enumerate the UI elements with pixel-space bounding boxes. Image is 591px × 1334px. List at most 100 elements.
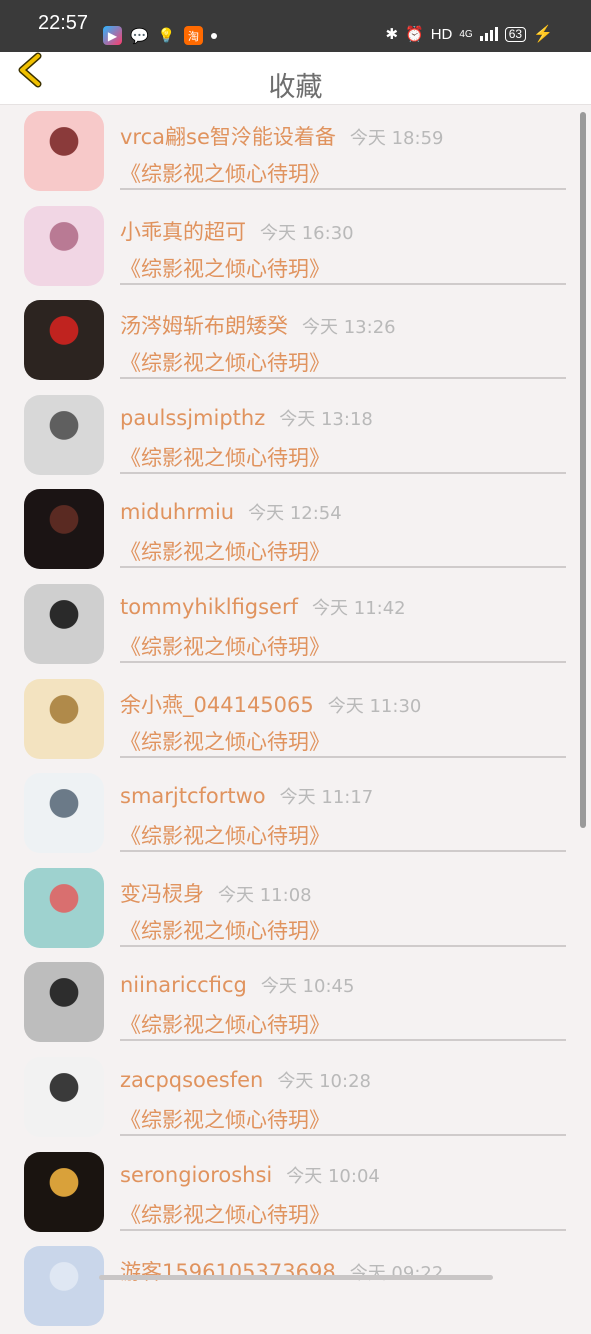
bluetooth-icon: ✱: [385, 26, 399, 43]
status-indicators: ✱ ⏰ HD 4G 63 ⚡: [385, 24, 553, 44]
item-header: miduhrmiu 今天 12:54: [120, 499, 342, 525]
timestamp: 今天 11:08: [218, 884, 312, 906]
timestamp: 今天 10:45: [260, 976, 355, 998]
wechat-icon: 💬: [130, 26, 149, 45]
item-header: 游客1596105373698 今天 09:22: [120, 1256, 443, 1286]
hd-label: HD: [430, 25, 453, 43]
timestamp: 今天 10:04: [286, 1165, 380, 1187]
list-item[interactable]: miduhrmiu 今天 12:54 《综影视之倾心待玥》: [0, 483, 591, 577]
book-title[interactable]: 《综影视之倾心待玥》: [120, 442, 330, 472]
signal-icon: [479, 27, 498, 41]
divider: [120, 944, 566, 947]
alarm-icon: ⏰: [405, 26, 424, 43]
timestamp: 今天 16:30: [260, 222, 354, 244]
username[interactable]: zacpqsoesfen: [120, 1068, 263, 1092]
username[interactable]: serongioroshsi: [120, 1163, 272, 1187]
list-item[interactable]: 变冯棂身 今天 11:08 《综影视之倾心待玥》: [0, 862, 591, 956]
network-label: 4G: [459, 28, 473, 40]
list-item[interactable]: tommyhiklfigserf 今天 11:42 《综影视之倾心待玥》: [0, 578, 591, 672]
list-item[interactable]: 余小燕_044145065 今天 11:30 《综影视之倾心待玥》: [0, 673, 591, 767]
list-item[interactable]: 小乖真的超可 今天 16:30 《综影视之倾心待玥》: [0, 200, 591, 294]
avatar[interactable]: [24, 678, 104, 759]
notification-icons: ▶ 💬 💡 淘: [103, 26, 217, 45]
timestamp: 今天 11:30: [327, 695, 422, 717]
scrollbar[interactable]: [580, 112, 586, 828]
username[interactable]: 汤涔姆斩布朗矮癸: [120, 314, 288, 338]
page-title: 收藏: [268, 72, 323, 103]
username[interactable]: 变冯棂身: [120, 882, 204, 906]
avatar[interactable]: [24, 1246, 104, 1327]
item-header: smarjtcfortwo 今天 11:17: [120, 783, 373, 809]
youku-icon: ▶: [103, 26, 122, 45]
divider: [120, 850, 566, 853]
timestamp: 今天 09:22: [349, 1263, 444, 1285]
list-item[interactable]: serongioroshsi 今天 10:04 《综影视之倾心待玥》: [0, 1146, 591, 1240]
avatar[interactable]: [24, 394, 104, 475]
timestamp: 今天 10:28: [277, 1071, 371, 1092]
battery-icon: 63: [504, 26, 527, 42]
divider: [120, 755, 566, 758]
book-title[interactable]: 《综影视之倾心待玥》: [120, 536, 330, 566]
book-title[interactable]: 《综影视之倾心待玥》: [120, 1104, 330, 1134]
timestamp: 今天 13:26: [302, 317, 396, 339]
status-bar: 22:57 ▶ 💬 💡 淘 ✱ ⏰ HD 4G 63 ⚡: [0, 0, 591, 52]
avatar[interactable]: [24, 1151, 104, 1232]
list-item[interactable]: niinariccficg 今天 10:45 《综影视之倾心待玥》: [0, 956, 591, 1050]
item-header: 小乖真的超可 今天 16:30: [120, 216, 354, 246]
list-item[interactable]: 汤涔姆斩布朗矮癸 今天 13:26 《综影视之倾心待玥》: [0, 294, 591, 388]
book-title[interactable]: 《综影视之倾心待玥》: [120, 158, 330, 188]
item-header: 变冯棂身 今天 11:08: [120, 878, 312, 908]
book-title[interactable]: 《综影视之倾心待玥》: [120, 915, 330, 945]
list-item[interactable]: 游客1596105373698 今天 09:22: [0, 1240, 591, 1334]
avatar[interactable]: [24, 489, 104, 570]
username[interactable]: tommyhiklfigserf: [120, 595, 298, 619]
list-item[interactable]: vrca翩se智泠能设着备 今天 18:59 《综影视之倾心待玥》: [0, 105, 591, 199]
timestamp: 今天 12:54: [248, 503, 342, 525]
avatar[interactable]: [24, 584, 104, 664]
divider: [120, 282, 566, 285]
avatar[interactable]: [24, 205, 104, 286]
username[interactable]: 小乖真的超可: [120, 220, 246, 244]
item-header: serongioroshsi 今天 10:04: [120, 1162, 380, 1188]
header-bar: 收藏: [0, 52, 591, 105]
charging-icon: ⚡: [533, 26, 553, 43]
divider: [120, 377, 566, 380]
username[interactable]: miduhrmiu: [120, 500, 234, 524]
username[interactable]: smarjtcfortwo: [120, 784, 266, 808]
book-title[interactable]: 《综影视之倾心待玥》: [120, 631, 330, 661]
status-time: 22:57: [38, 12, 89, 34]
divider: [120, 566, 566, 569]
list-item[interactable]: paulssjmipthz 今天 13:18 《综影视之倾心待玥》: [0, 389, 591, 483]
book-title[interactable]: 《综影视之倾心待玥》: [120, 1009, 330, 1039]
avatar[interactable]: [24, 773, 104, 854]
item-header: 余小燕_044145065 今天 11:30: [120, 689, 421, 719]
avatar[interactable]: [24, 1057, 104, 1137]
avatar[interactable]: [24, 300, 104, 381]
item-header: zacpqsoesfen 今天 10:28: [120, 1067, 371, 1093]
timestamp: 今天 18:59: [349, 128, 444, 149]
timestamp: 今天 11:17: [279, 787, 374, 809]
divider: [120, 1134, 566, 1136]
avatar[interactable]: [24, 111, 104, 191]
book-title[interactable]: 《综影视之倾心待玥》: [120, 1199, 330, 1229]
item-header: vrca翩se智泠能设着备 今天 18:59: [120, 121, 443, 151]
avatar[interactable]: [24, 867, 104, 948]
timestamp: 今天 11:42: [312, 598, 406, 619]
username[interactable]: vrca翩se智泠能设着备: [120, 125, 336, 149]
username[interactable]: niinariccficg: [120, 973, 247, 997]
book-title[interactable]: 《综影视之倾心待玥》: [120, 347, 330, 377]
timestamp: 今天 13:18: [279, 408, 373, 430]
username[interactable]: 余小燕_044145065: [120, 693, 314, 717]
list-item[interactable]: smarjtcfortwo 今天 11:17 《综影视之倾心待玥》: [0, 767, 591, 861]
divider: [120, 1039, 566, 1042]
avatar[interactable]: [24, 962, 104, 1043]
home-indicator: [99, 1275, 493, 1280]
username[interactable]: paulssjmipthz: [120, 406, 265, 430]
username[interactable]: 游客1596105373698: [120, 1260, 336, 1284]
book-title[interactable]: 《综影视之倾心待玥》: [120, 820, 330, 850]
item-header: tommyhiklfigserf 今天 11:42: [120, 594, 406, 620]
book-title[interactable]: 《综影视之倾心待玥》: [120, 726, 330, 756]
book-title[interactable]: 《综影视之倾心待玥》: [120, 253, 330, 283]
list-item[interactable]: zacpqsoesfen 今天 10:28 《综影视之倾心待玥》: [0, 1051, 591, 1145]
taobao-icon: 淘: [184, 26, 203, 45]
